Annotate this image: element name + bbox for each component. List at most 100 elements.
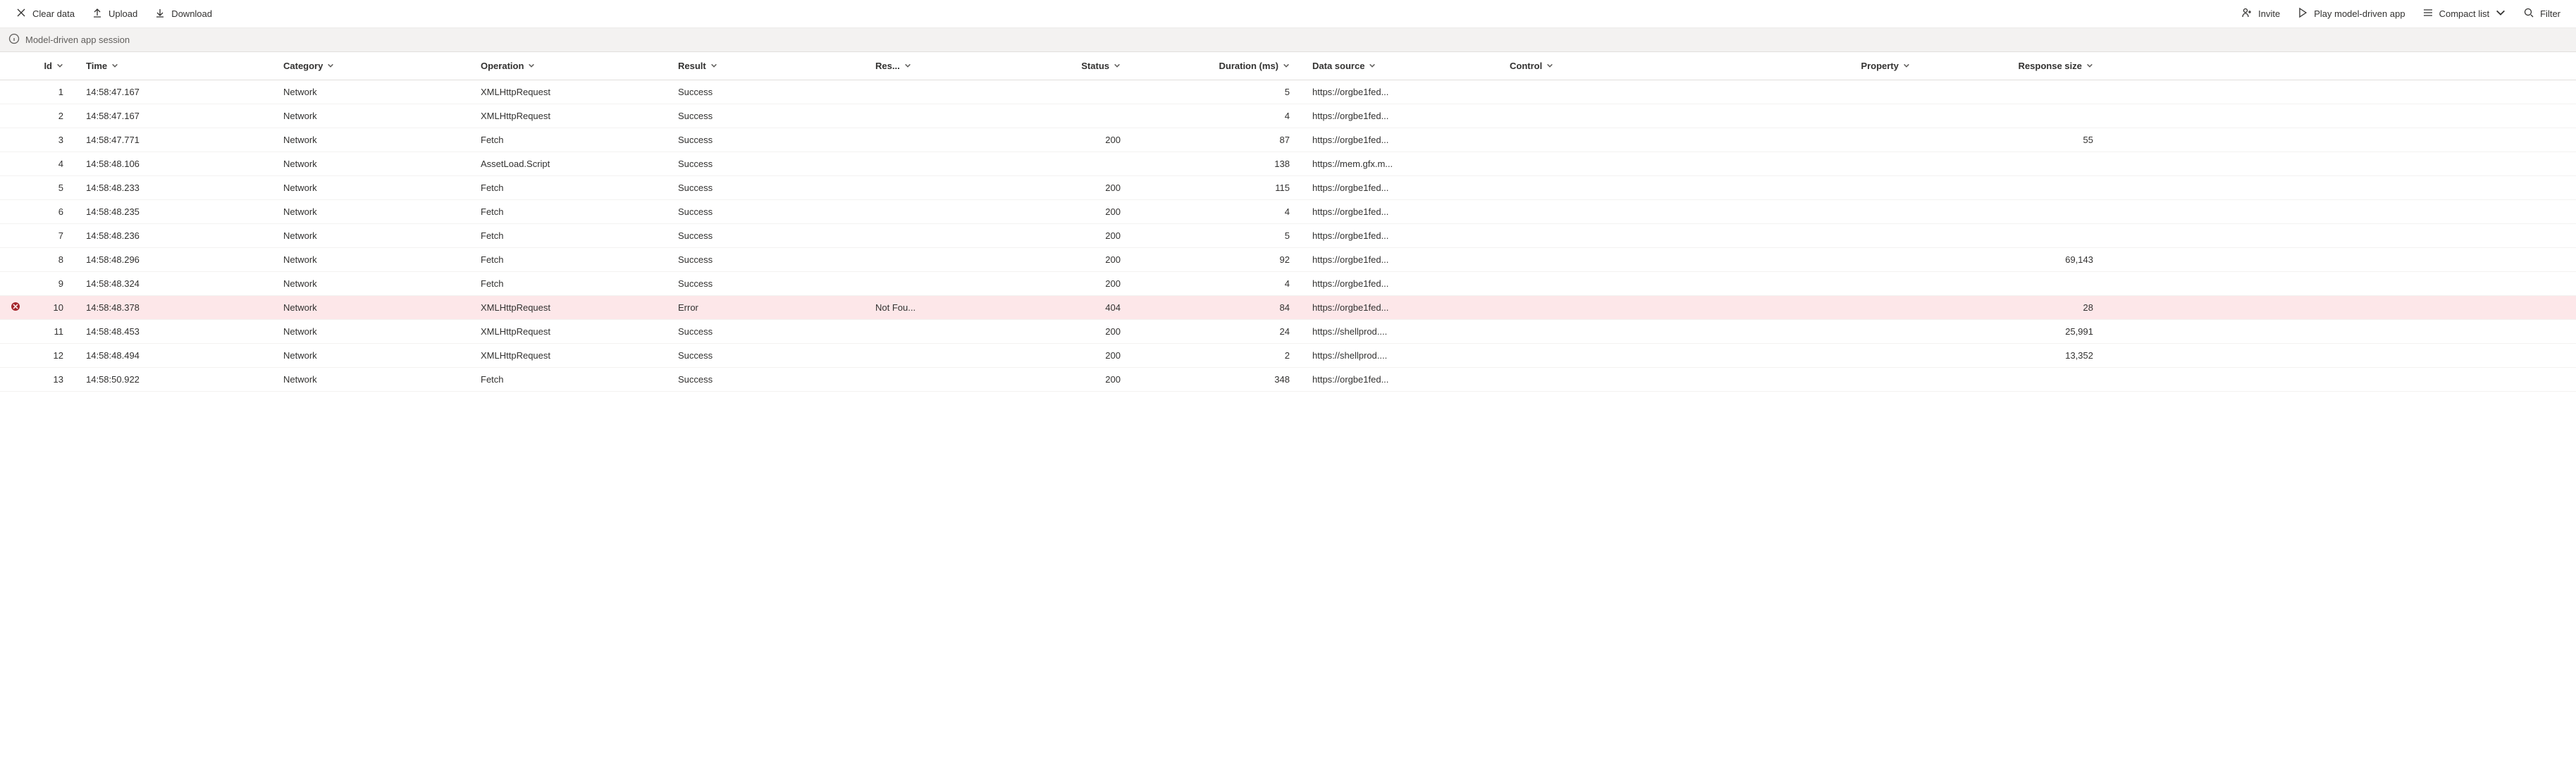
col-resshort[interactable]: Res... bbox=[870, 61, 982, 71]
table-row[interactable]: 314:58:47.771NetworkFetchSuccess20087htt… bbox=[0, 128, 2576, 152]
cell-datasource: https://shellprod.... bbox=[1307, 326, 1504, 337]
col-resshort-label: Res... bbox=[875, 61, 900, 71]
col-id[interactable]: Id bbox=[31, 61, 80, 71]
list-icon bbox=[2422, 7, 2434, 20]
play-button[interactable]: Play model-driven app bbox=[2290, 3, 2412, 25]
col-category[interactable]: Category bbox=[278, 61, 475, 71]
grid-header: Id Time Category Operation Result Res...… bbox=[0, 52, 2576, 80]
col-status[interactable]: Status bbox=[982, 61, 1138, 71]
cell-status: 200 bbox=[982, 278, 1138, 289]
cell-id: 8 bbox=[31, 254, 80, 265]
upload-label: Upload bbox=[109, 8, 137, 19]
cell-datasource: https://orgbe1fed... bbox=[1307, 374, 1504, 385]
table-row[interactable]: 814:58:48.296NetworkFetchSuccess20092htt… bbox=[0, 248, 2576, 272]
filter-button[interactable]: Filter bbox=[2516, 3, 2568, 25]
cell-operation: Fetch bbox=[475, 374, 672, 385]
command-bar-left: Clear data Upload Download bbox=[8, 3, 219, 25]
col-control[interactable]: Control bbox=[1504, 61, 1715, 71]
cell-operation: XMLHttpRequest bbox=[475, 326, 672, 337]
table-row[interactable]: 614:58:48.235NetworkFetchSuccess2004http… bbox=[0, 200, 2576, 224]
cell-time: 14:58:48.494 bbox=[80, 350, 278, 361]
cell-time: 14:58:50.922 bbox=[80, 374, 278, 385]
cell-result: Success bbox=[672, 135, 870, 145]
play-icon bbox=[2297, 7, 2308, 20]
cell-category: Network bbox=[278, 254, 475, 265]
close-icon bbox=[16, 7, 27, 20]
cell-status: 404 bbox=[982, 302, 1138, 313]
cell-result: Success bbox=[672, 182, 870, 193]
download-button[interactable]: Download bbox=[147, 3, 219, 25]
cell-operation: XMLHttpRequest bbox=[475, 111, 672, 121]
results-grid: Id Time Category Operation Result Res...… bbox=[0, 52, 2576, 392]
table-row[interactable]: 114:58:47.167NetworkXMLHttpRequestSucces… bbox=[0, 80, 2576, 104]
filter-label: Filter bbox=[2540, 8, 2560, 19]
col-result[interactable]: Result bbox=[672, 61, 870, 71]
col-duration-label: Duration (ms) bbox=[1219, 61, 1279, 71]
col-id-label: Id bbox=[44, 61, 52, 71]
cell-category: Network bbox=[278, 230, 475, 241]
chevron-down-icon bbox=[2495, 7, 2506, 20]
col-status-label: Status bbox=[1081, 61, 1109, 71]
table-row[interactable]: 914:58:48.324NetworkFetchSuccess2004http… bbox=[0, 272, 2576, 296]
col-duration[interactable]: Duration (ms) bbox=[1138, 61, 1307, 71]
info-icon bbox=[8, 33, 20, 47]
cell-id: 2 bbox=[31, 111, 80, 121]
cell-status: 200 bbox=[982, 182, 1138, 193]
col-respsize[interactable]: Response size bbox=[1927, 61, 2110, 71]
cell-operation: Fetch bbox=[475, 278, 672, 289]
cell-id: 5 bbox=[31, 182, 80, 193]
clear-data-button[interactable]: Clear data bbox=[8, 3, 82, 25]
cell-result: Success bbox=[672, 111, 870, 121]
col-operation[interactable]: Operation bbox=[475, 61, 672, 71]
cell-respsize: 13,352 bbox=[1927, 350, 2110, 361]
cell-datasource: https://mem.gfx.m... bbox=[1307, 159, 1504, 169]
chevron-down-icon bbox=[2086, 61, 2093, 71]
cell-datasource: https://orgbe1fed... bbox=[1307, 278, 1504, 289]
cell-time: 14:58:48.235 bbox=[80, 206, 278, 217]
command-bar: Clear data Upload Download Invite bbox=[0, 0, 2576, 28]
cell-category: Network bbox=[278, 350, 475, 361]
invite-button[interactable]: Invite bbox=[2234, 3, 2287, 25]
table-row[interactable]: 1314:58:50.922NetworkFetchSuccess200348h… bbox=[0, 368, 2576, 392]
cell-time: 14:58:47.771 bbox=[80, 135, 278, 145]
col-property[interactable]: Property bbox=[1715, 61, 1927, 71]
cell-result: Success bbox=[672, 254, 870, 265]
cell-duration: 5 bbox=[1138, 230, 1307, 241]
cell-duration: 87 bbox=[1138, 135, 1307, 145]
cell-time: 14:58:48.106 bbox=[80, 159, 278, 169]
upload-icon bbox=[92, 7, 103, 20]
cell-status: 200 bbox=[982, 206, 1138, 217]
col-control-label: Control bbox=[1510, 61, 1542, 71]
cell-operation: Fetch bbox=[475, 182, 672, 193]
cell-operation: XMLHttpRequest bbox=[475, 302, 672, 313]
cell-duration: 4 bbox=[1138, 206, 1307, 217]
table-row[interactable]: 514:58:48.233NetworkFetchSuccess200115ht… bbox=[0, 176, 2576, 200]
upload-button[interactable]: Upload bbox=[85, 3, 144, 25]
table-row[interactable]: 414:58:48.106NetworkAssetLoad.ScriptSucc… bbox=[0, 152, 2576, 176]
col-time[interactable]: Time bbox=[80, 61, 278, 71]
col-datasource-label: Data source bbox=[1312, 61, 1364, 71]
col-datasource[interactable]: Data source bbox=[1307, 61, 1504, 71]
chevron-down-icon bbox=[111, 61, 118, 71]
compact-list-dropdown[interactable]: Compact list bbox=[2415, 3, 2514, 25]
invite-icon bbox=[2241, 7, 2253, 20]
cell-operation: AssetLoad.Script bbox=[475, 159, 672, 169]
clear-label: Clear data bbox=[32, 8, 75, 19]
cell-result: Success bbox=[672, 230, 870, 241]
cell-time: 14:58:48.236 bbox=[80, 230, 278, 241]
col-time-label: Time bbox=[86, 61, 107, 71]
table-row[interactable]: 1014:58:48.378NetworkXMLHttpRequestError… bbox=[0, 296, 2576, 320]
col-result-label: Result bbox=[678, 61, 706, 71]
grid-body: 114:58:47.167NetworkXMLHttpRequestSucces… bbox=[0, 80, 2576, 392]
chevron-down-icon bbox=[56, 61, 63, 71]
table-row[interactable]: 714:58:48.236NetworkFetchSuccess2005http… bbox=[0, 224, 2576, 248]
chevron-down-icon bbox=[1546, 61, 1553, 71]
table-row[interactable]: 1214:58:48.494NetworkXMLHttpRequestSucce… bbox=[0, 344, 2576, 368]
cell-respsize: 28 bbox=[1927, 302, 2110, 313]
cell-time: 14:58:47.167 bbox=[80, 111, 278, 121]
table-row[interactable]: 214:58:47.167NetworkXMLHttpRequestSucces… bbox=[0, 104, 2576, 128]
cell-duration: 4 bbox=[1138, 278, 1307, 289]
table-row[interactable]: 1114:58:48.453NetworkXMLHttpRequestSucce… bbox=[0, 320, 2576, 344]
cell-datasource: https://orgbe1fed... bbox=[1307, 206, 1504, 217]
cell-category: Network bbox=[278, 326, 475, 337]
